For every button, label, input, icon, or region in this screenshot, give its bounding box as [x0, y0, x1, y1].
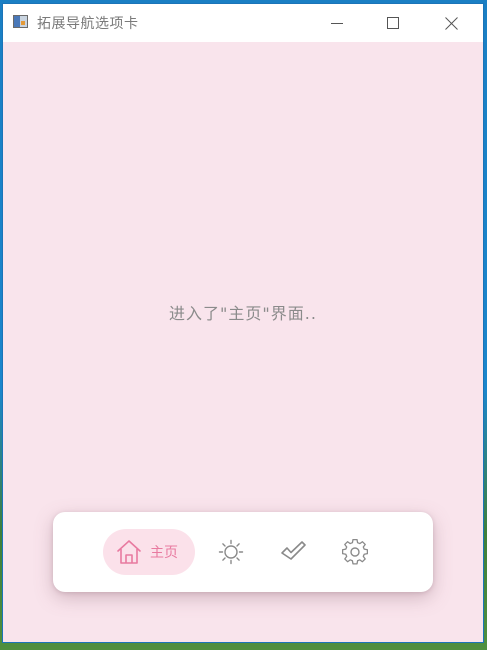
minimize-icon	[331, 23, 343, 24]
page-status-text: 进入了"主页"界面..	[169, 304, 317, 323]
app-icon	[13, 15, 28, 28]
app-window: 拓展导航选项卡 进入了"主页"界面.. 主页	[3, 4, 483, 642]
nav-item-settings[interactable]	[339, 512, 371, 592]
minimize-button[interactable]	[309, 4, 365, 42]
maximize-button[interactable]	[365, 4, 421, 42]
nav-item-check[interactable]	[277, 512, 309, 592]
settings-gear-icon	[342, 539, 368, 565]
brightness-icon	[218, 539, 244, 565]
close-icon	[444, 16, 458, 30]
close-button[interactable]	[423, 4, 479, 42]
home-icon	[117, 540, 141, 564]
nav-item-home-label: 主页	[150, 545, 178, 561]
nav-item-home[interactable]: 主页	[103, 529, 195, 575]
nav-item-brightness[interactable]	[215, 512, 247, 592]
maximize-icon	[387, 17, 399, 29]
bottom-navigation-bar: 主页	[53, 512, 433, 592]
title-bar[interactable]: 拓展导航选项卡	[3, 4, 483, 42]
checkmark-icon	[281, 541, 306, 560]
window-title: 拓展导航选项卡	[37, 16, 139, 32]
